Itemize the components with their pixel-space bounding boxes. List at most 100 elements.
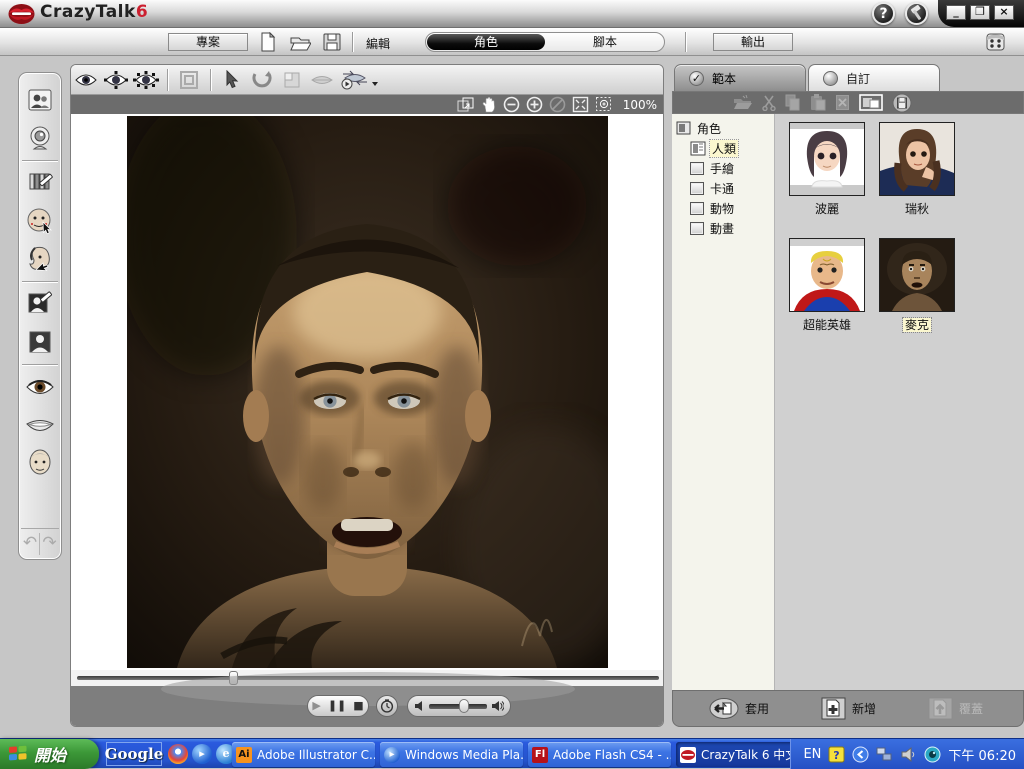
tree-node-sketch[interactable]: 手繪	[690, 158, 774, 178]
tab-character[interactable]: 角色	[427, 34, 545, 50]
save-project-icon[interactable]	[321, 32, 343, 52]
timer-button[interactable]	[376, 695, 398, 717]
dice-icon[interactable]	[984, 31, 1008, 53]
play-button[interactable]: ▶	[312, 696, 320, 716]
tab-script[interactable]: 腳本	[546, 34, 664, 50]
view-mode-icon[interactable]	[859, 94, 883, 111]
content-browser-panel: ✓ 範本 自訂	[672, 64, 1024, 727]
zoom-region-icon[interactable]	[595, 96, 613, 113]
task-buttons: Ai Adobe Illustrator C... ▸ Windows Medi…	[232, 742, 819, 767]
taskbar-item-illustrator[interactable]: Ai Adobe Illustrator C...	[232, 742, 375, 767]
character-label-superhero[interactable]: 超能英雄	[782, 316, 872, 333]
help-button[interactable]: ?	[872, 2, 895, 25]
cut-icon	[762, 95, 776, 111]
edit-menu[interactable]: 編輯	[366, 35, 390, 52]
volume-thumb[interactable]	[459, 699, 469, 713]
show-all-points-button[interactable]	[131, 68, 161, 92]
zoom-in-icon[interactable]	[526, 96, 543, 113]
tree-node-anime[interactable]: 動畫	[690, 218, 774, 238]
apply-icon	[709, 698, 739, 719]
rotate-tool-button[interactable]	[247, 68, 277, 92]
start-button[interactable]: 開始	[0, 739, 99, 769]
tree-human-label[interactable]: 人類	[710, 140, 738, 157]
redo-button[interactable]: ↷	[40, 533, 59, 555]
tree-node-cartoon[interactable]: 卡通	[690, 178, 774, 198]
character-thumb-mike[interactable]	[879, 238, 955, 312]
closed-book-icon	[690, 222, 704, 235]
head-settings-button[interactable]	[23, 446, 57, 480]
tree-anime-label[interactable]: 動畫	[708, 220, 736, 237]
tree-sketch-label[interactable]: 手繪	[708, 160, 736, 177]
volume-slider[interactable]	[429, 704, 487, 709]
show-points-button[interactable]	[101, 68, 131, 92]
copy-icon	[785, 94, 801, 111]
tree-animal-label[interactable]: 動物	[708, 200, 736, 217]
language-indicator[interactable]: EN	[803, 747, 821, 762]
taskbar-item-flash[interactable]: Fl Adobe Flash CS4 - ...	[528, 742, 671, 767]
pause-button[interactable]: ❚❚	[328, 696, 346, 716]
open-project-icon[interactable]	[289, 32, 311, 52]
category-tree: 角色 人類 手繪 卡通 動物	[672, 114, 775, 690]
pan-hand-icon[interactable]	[481, 96, 497, 113]
settings-hammer-button[interactable]	[905, 2, 928, 25]
network-tray-icon[interactable]	[876, 746, 893, 763]
zoom-out-icon[interactable]	[503, 96, 520, 113]
eye-settings-button[interactable]	[23, 370, 57, 404]
keys-pencil-icon	[27, 170, 53, 196]
character-thumb-superhero[interactable]	[789, 238, 865, 312]
webcam-tray-icon[interactable]	[924, 746, 941, 763]
undo-button[interactable]: ↶	[21, 533, 40, 555]
restore-button[interactable]: ❐	[970, 5, 990, 20]
volume-tray-icon[interactable]	[900, 746, 917, 763]
mouth-settings-button[interactable]	[23, 408, 57, 442]
chrome-quicklaunch-icon[interactable]	[168, 744, 188, 764]
character-button[interactable]	[23, 325, 57, 359]
system-tray: EN ? 下午 06:20	[790, 739, 1024, 769]
windows-flag-icon	[8, 745, 28, 763]
minimize-button[interactable]: _	[946, 5, 966, 20]
fit-screen-icon[interactable]	[572, 96, 589, 113]
canvas-viewport[interactable]	[71, 114, 664, 670]
tree-node-animal[interactable]: 動物	[690, 198, 774, 218]
poly-thumbnail-image	[790, 123, 864, 195]
photo-import-button[interactable]	[23, 83, 57, 117]
select-tool-button[interactable]	[217, 68, 247, 92]
face-fitting-button[interactable]	[23, 204, 57, 238]
volume-low-icon[interactable]	[414, 700, 425, 712]
collapse-tray-icon[interactable]	[852, 746, 869, 763]
motion-preview-button[interactable]	[337, 68, 381, 92]
show-image-button[interactable]	[71, 68, 101, 92]
media-player-quicklaunch-icon[interactable]: ▸	[192, 744, 212, 764]
character-thumb-rachel[interactable]	[879, 122, 955, 196]
taskbar-item-mediaplayer[interactable]: ▸ Windows Media Pla...	[380, 742, 523, 767]
apply-button[interactable]: 套用	[709, 698, 769, 719]
output-button[interactable]: 輸出	[713, 33, 793, 51]
tree-root-label[interactable]: 角色	[695, 120, 723, 137]
tab-custom[interactable]: 自訂	[808, 64, 940, 91]
webcam-capture-button[interactable]	[23, 121, 57, 155]
profile-fitting-button[interactable]	[23, 242, 57, 276]
save-collection-button[interactable]	[892, 93, 912, 113]
stop-button[interactable]: ■	[353, 696, 363, 716]
tree-node-human[interactable]: 人類	[690, 138, 774, 158]
export-window-icon[interactable]	[457, 97, 475, 112]
character-label-poly[interactable]: 波麗	[782, 200, 872, 217]
media-edit-button[interactable]	[23, 166, 57, 200]
ime-help-tray-icon[interactable]: ?	[828, 746, 845, 763]
tab-template[interactable]: ✓ 範本	[674, 64, 806, 91]
person-icon	[27, 329, 53, 355]
character-label-rachel[interactable]: 瑞秋	[872, 200, 962, 217]
project-button[interactable]: 專案	[168, 33, 248, 51]
character-thumb-poly[interactable]	[789, 122, 865, 196]
volume-high-icon[interactable]	[491, 700, 504, 712]
close-button[interactable]: ×	[994, 5, 1014, 20]
new-project-icon[interactable]	[257, 32, 279, 52]
add-button[interactable]: 新增	[821, 697, 876, 720]
tree-cartoon-label[interactable]: 卡通	[708, 180, 736, 197]
volume-control	[407, 695, 511, 717]
tree-node-root[interactable]: 角色	[676, 118, 774, 138]
character-label-mike[interactable]: 麥克	[872, 316, 962, 333]
character-edit-button[interactable]	[23, 287, 57, 321]
google-deskbar[interactable]: Google	[106, 742, 162, 766]
menu-separator	[685, 32, 686, 52]
